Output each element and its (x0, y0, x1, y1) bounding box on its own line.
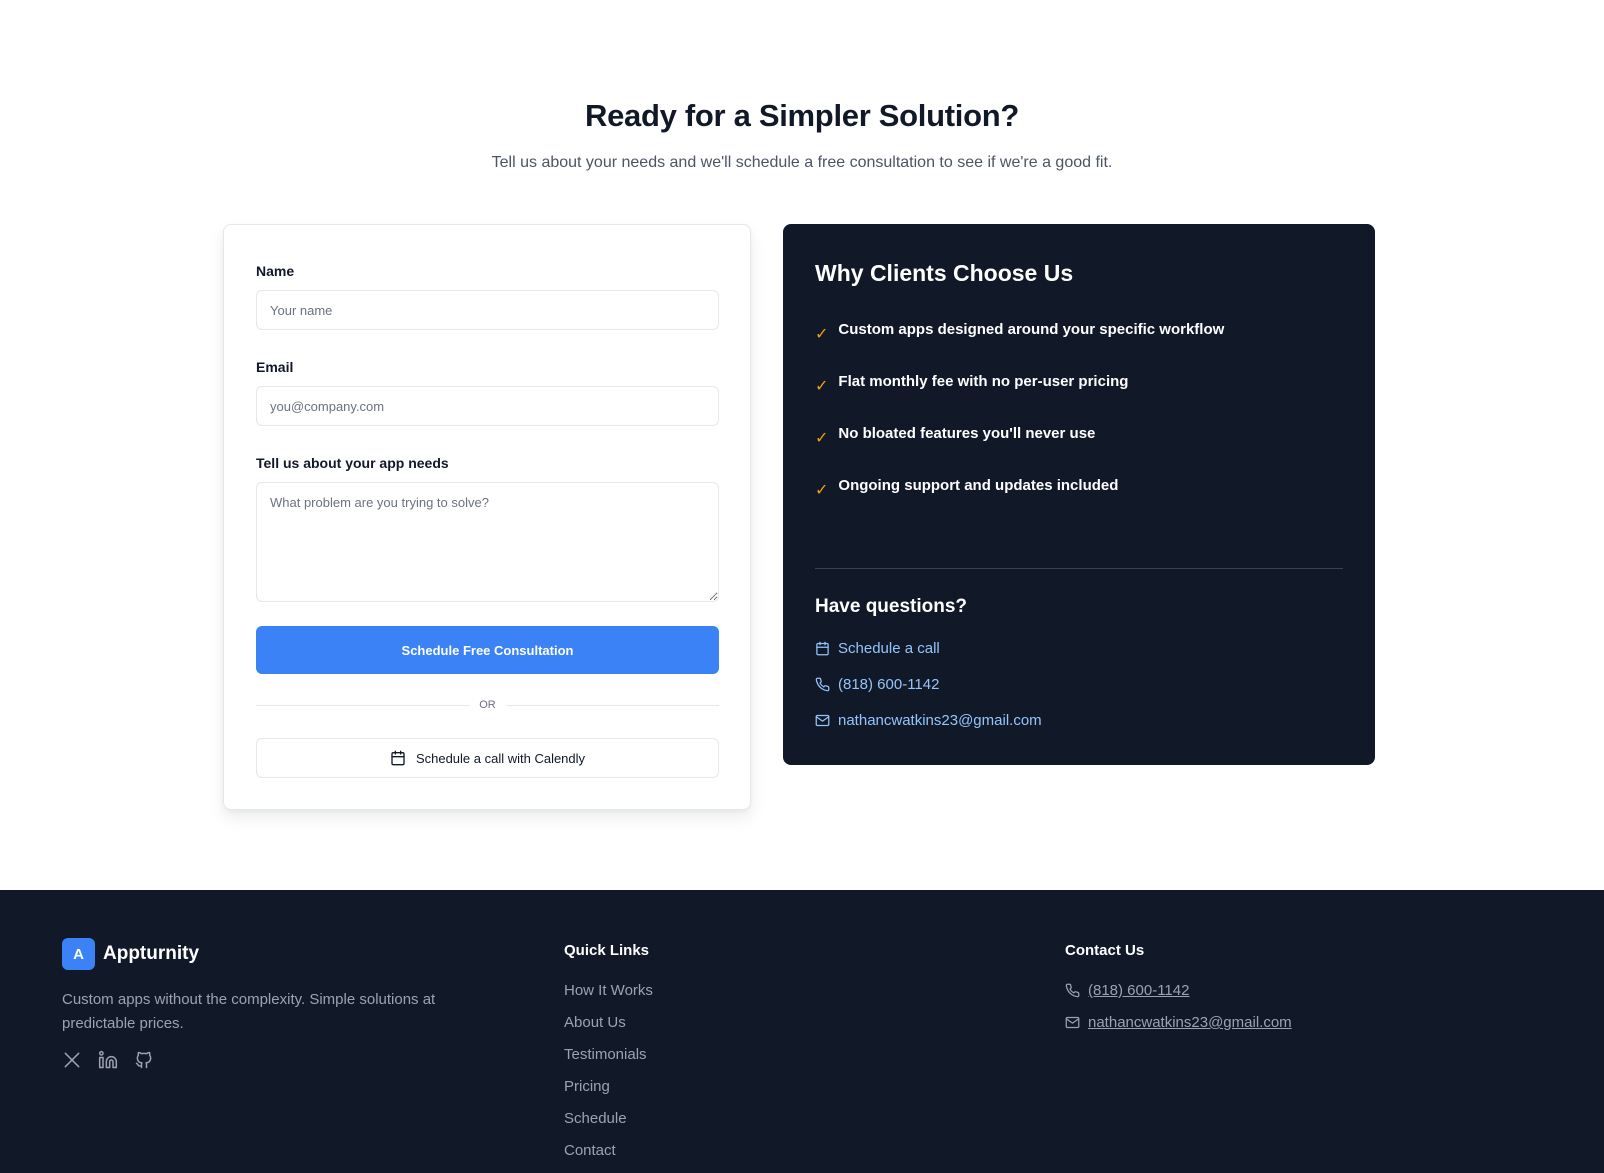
calendly-button[interactable]: Schedule a call with Calendly (256, 738, 719, 778)
section-title: Ready for a Simpler Solution? (585, 98, 1019, 133)
benefit-text: Ongoing support and updates included (838, 477, 1119, 494)
quick-links-title: Quick Links (564, 942, 650, 959)
footer-phone-link[interactable]: (818) 600-1142 (1065, 982, 1189, 999)
linkedin-icon[interactable] (98, 1050, 118, 1070)
benefit-text: No bloated features you'll never use (838, 425, 1096, 442)
email-label: Email (256, 359, 294, 375)
or-divider: OR (256, 695, 719, 715)
footer-tagline: Custom apps without the complexity. Simp… (62, 991, 436, 1032)
check-icon: ✓ (815, 326, 829, 343)
check-icon: ✓ (815, 378, 829, 395)
calendar-icon (390, 750, 406, 766)
calendly-button-label: Schedule a call with Calendly (415, 750, 586, 766)
brand-name: Appturnity (103, 943, 200, 964)
site-footer: A Appturnity Custom apps without the com… (0, 890, 1604, 1173)
phone-icon (1065, 983, 1080, 998)
divider-line (256, 704, 470, 706)
github-icon[interactable] (134, 1050, 154, 1070)
schedule-consultation-button[interactable]: Schedule Free Consultation (256, 626, 719, 674)
benefit-text: Custom apps designed around your specifi… (838, 321, 1225, 338)
schedule-call-text: Schedule a call (838, 640, 940, 657)
needs-label: Tell us about your app needs (256, 455, 449, 471)
mail-icon (1065, 1015, 1080, 1030)
contact-section: Ready for a Simpler Solution? Tell us ab… (0, 0, 1604, 890)
benefit-item: ✓ Flat monthly fee with no per-user pric… (815, 373, 1128, 396)
name-label: Name (256, 263, 295, 279)
consultation-form: Name Email Tell us about your app needs … (223, 224, 751, 810)
footer-link-about-us[interactable]: About Us (564, 1014, 626, 1031)
phone-icon (815, 677, 830, 692)
footer-email-link[interactable]: nathancwatkins23@gmail.com (1065, 1014, 1292, 1031)
why-title: Why Clients Choose Us (815, 260, 1074, 286)
contact-us-title: Contact Us (1065, 942, 1145, 959)
name-input[interactable] (256, 290, 719, 330)
footer-link-contact[interactable]: Contact (564, 1142, 616, 1159)
benefit-item: ✓ Custom apps designed around your speci… (815, 321, 1224, 344)
section-subtitle: Tell us about your needs and we'll sched… (491, 154, 1113, 171)
phone-text: (818) 600-1142 (838, 676, 940, 693)
check-icon: ✓ (815, 482, 829, 499)
questions-title: Have questions? (815, 596, 968, 617)
footer-phone-text: (818) 600-1142 (1088, 982, 1190, 999)
footer-link-pricing[interactable]: Pricing (564, 1078, 610, 1095)
footer-link-how-it-works[interactable]: How It Works (564, 982, 653, 999)
email-text: nathancwatkins23@gmail.com (838, 712, 1042, 729)
calendar-icon (815, 641, 830, 656)
footer-email-text: nathancwatkins23@gmail.com (1088, 1014, 1292, 1031)
panel-divider (815, 568, 1343, 569)
mail-icon (815, 713, 830, 728)
schedule-call-link[interactable]: Schedule a call (815, 640, 940, 657)
check-icon: ✓ (815, 430, 829, 447)
or-text: OR (479, 699, 496, 711)
email-link[interactable]: nathancwatkins23@gmail.com (815, 712, 1042, 729)
phone-link[interactable]: (818) 600-1142 (815, 676, 939, 693)
brand-logo[interactable]: A Appturnity (62, 938, 199, 970)
email-input[interactable] (256, 386, 719, 426)
logo-badge: A (62, 938, 95, 970)
footer-link-schedule[interactable]: Schedule (564, 1110, 627, 1127)
benefit-text: Flat monthly fee with no per-user pricin… (838, 373, 1129, 390)
benefit-item: ✓ No bloated features you'll never use (815, 425, 1095, 448)
divider-line (505, 704, 719, 706)
why-choose-us-panel: Why Clients Choose Us ✓ Custom apps desi… (783, 224, 1375, 765)
social-links (62, 1050, 154, 1070)
needs-textarea[interactable] (256, 482, 719, 602)
benefit-item: ✓ Ongoing support and updates included (815, 477, 1118, 500)
x-icon[interactable] (62, 1050, 82, 1070)
footer-link-testimonials[interactable]: Testimonials (564, 1046, 647, 1063)
